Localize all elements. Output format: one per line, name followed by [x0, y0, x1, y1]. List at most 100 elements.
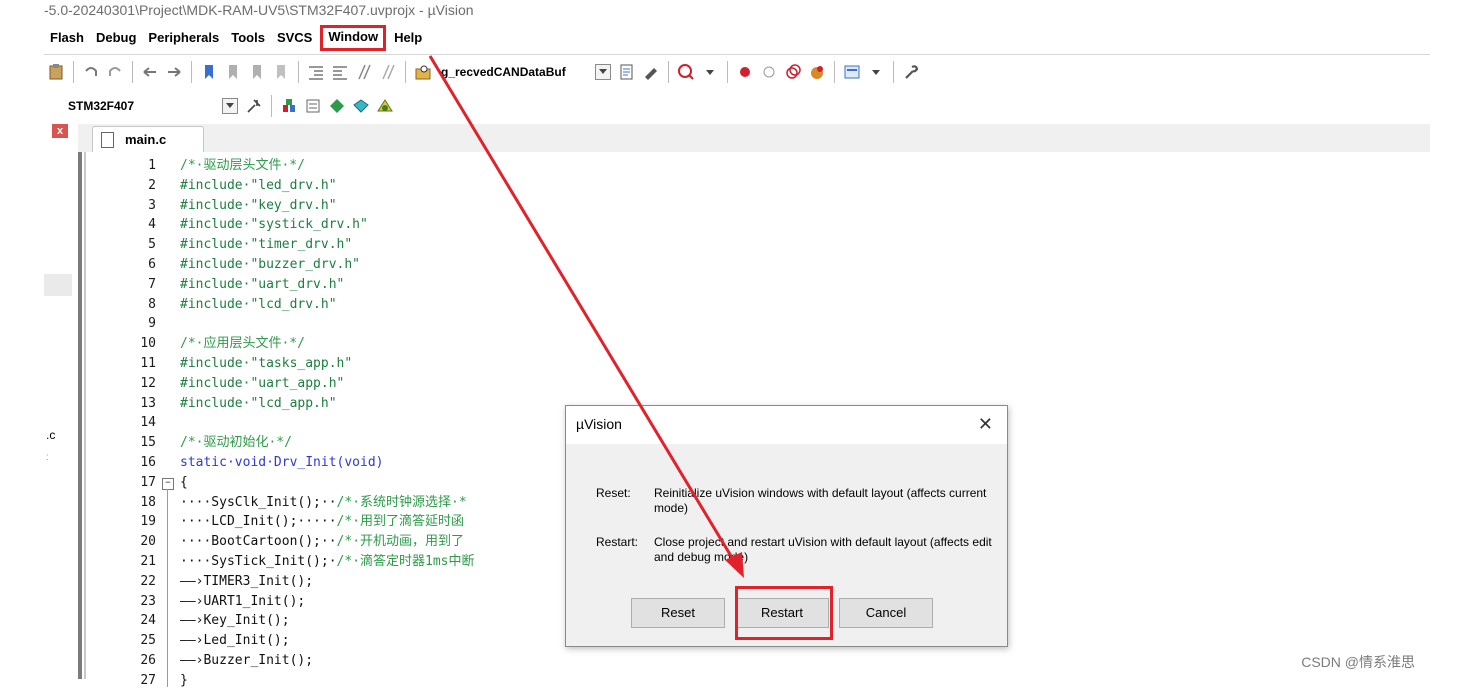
line-number: 14	[140, 415, 156, 431]
tab-main-c[interactable]: main.c	[92, 126, 204, 153]
line-number: 22	[140, 573, 156, 589]
nav-forward-icon[interactable]	[165, 63, 183, 81]
code-line[interactable]: 27}	[78, 671, 1418, 691]
close-panel-icon[interactable]: x	[52, 124, 68, 138]
code-text: #include·"uart_app.h"	[180, 375, 345, 391]
debug-dropdown-icon[interactable]	[701, 63, 719, 81]
code-text: ——›Key_Init();	[180, 613, 290, 629]
unindent-icon[interactable]	[331, 63, 349, 81]
close-icon[interactable]: ✕	[978, 414, 993, 435]
toolbar-separator	[405, 61, 406, 83]
code-text: #include·"buzzer_drv.h"	[180, 257, 361, 272]
line-number: 20	[140, 534, 156, 550]
configure-wrench-icon[interactable]	[902, 63, 920, 81]
toolbar-separator	[668, 61, 669, 83]
project-file-label[interactable]: .c	[46, 428, 55, 442]
breakpoint-kill-all-icon[interactable]	[808, 63, 826, 81]
breakpoint-insert-icon[interactable]	[736, 63, 754, 81]
toolbar-separator	[893, 61, 894, 83]
restart-highlight-box	[735, 586, 833, 640]
menu-tools[interactable]: Tools	[225, 27, 271, 49]
code-text: #include·"timer_drv.h"	[180, 237, 353, 253]
code-text: #include·"systick_drv.h"	[180, 217, 368, 233]
indent-icon[interactable]	[307, 63, 325, 81]
code-text: {	[180, 474, 188, 490]
reset-button[interactable]: Reset	[631, 598, 725, 628]
pack-installer-icon[interactable]	[352, 97, 370, 115]
line-number: 13	[140, 395, 156, 411]
pack-installer-alt-icon[interactable]	[376, 97, 394, 115]
window-layout-icon[interactable]	[843, 63, 861, 81]
debug-session-icon[interactable]	[677, 63, 695, 81]
incremental-find-icon[interactable]	[642, 63, 660, 81]
comment-icon[interactable]	[355, 63, 373, 81]
menu-debug[interactable]: Debug	[90, 27, 142, 49]
code-line[interactable]: 6 #include·"buzzer_drv.h"	[78, 255, 1418, 275]
breakpoint-disable-all-icon[interactable]	[784, 63, 802, 81]
menu-help[interactable]: Help	[388, 27, 428, 49]
code-line[interactable]: 26 ——›Buzzer_Init();	[78, 651, 1418, 671]
line-number: 9	[148, 316, 156, 332]
tab-label: main.c	[125, 132, 167, 147]
code-line[interactable]: 5 #include·"timer_drv.h"	[78, 235, 1418, 255]
code-text: #include·"tasks_app.h"	[180, 356, 353, 371]
target-dropdown-arrow[interactable]	[222, 98, 238, 114]
toolbar-separator	[298, 61, 299, 83]
window-layout-dropdown-icon[interactable]	[867, 63, 885, 81]
find-icon[interactable]	[618, 63, 636, 81]
menu-peripherals[interactable]: Peripherals	[142, 27, 225, 49]
nav-back-icon[interactable]	[141, 63, 159, 81]
code-line[interactable]: 1 /*·驱动层头文件·*/	[78, 156, 1418, 176]
code-line[interactable]: 12 #include·"uart_app.h"	[78, 374, 1418, 394]
line-number: 27	[140, 672, 156, 688]
reset-layout-dialog: µVision ✕ Reset: Reinitialize uVision wi…	[565, 405, 1008, 647]
code-line[interactable]: 7 #include·"uart_drv.h"	[78, 275, 1418, 295]
code-line[interactable]: 9	[78, 314, 1418, 334]
code-line[interactable]: 3 #include·"key_drv.h"	[78, 196, 1418, 216]
bookmark-clear-icon[interactable]	[272, 63, 290, 81]
undo-icon[interactable]	[82, 63, 100, 81]
file-icon	[101, 132, 114, 148]
code-text: ——›TIMER3_Init();	[180, 573, 314, 589]
line-number: 3	[148, 197, 156, 213]
redo-icon[interactable]	[106, 63, 124, 81]
code-text: ——›Buzzer_Init();	[180, 653, 314, 668]
breakpoint-enable-icon[interactable]	[760, 63, 778, 81]
fold-toggle-icon[interactable]: −	[162, 477, 174, 490]
fold-guide	[167, 488, 168, 687]
manage-rte-icon[interactable]	[328, 97, 346, 115]
manage-project-icon[interactable]	[280, 97, 298, 115]
code-text: ——›Led_Init();	[180, 633, 290, 649]
target-select[interactable]: STM32F407	[68, 99, 218, 113]
uncomment-icon[interactable]	[379, 63, 397, 81]
project-tree-selected-item[interactable]	[44, 274, 72, 296]
code-text: ····BootCartoon();··/*·开机动画，用到了	[180, 534, 465, 550]
code-line[interactable]: 11 #include·"tasks_app.h"	[78, 354, 1418, 374]
line-number: 7	[148, 276, 156, 292]
options-for-target-icon[interactable]	[245, 97, 263, 115]
code-line[interactable]: 4 #include·"systick_drv.h"	[78, 215, 1418, 235]
bookmark-next-icon[interactable]	[248, 63, 266, 81]
select-packs-icon[interactable]	[304, 97, 322, 115]
code-line[interactable]: 10 /*·应用层头文件·*/	[78, 334, 1418, 354]
code-text: /*·驱动层头文件·*/	[180, 158, 305, 173]
menu-flash[interactable]: Flash	[44, 27, 90, 49]
code-text: #include·"led_drv.h"	[180, 177, 337, 193]
cancel-button[interactable]: Cancel	[839, 598, 933, 628]
find-dropdown-arrow[interactable]	[595, 64, 611, 80]
find-in-files-icon[interactable]	[414, 63, 432, 81]
menu-svcs[interactable]: SVCS	[271, 27, 318, 49]
bookmark-prev-icon[interactable]	[224, 63, 242, 81]
code-text: ····SysClk_Init();··/*·系统时钟源选择·*	[180, 494, 467, 510]
dialog-titlebar: µVision ✕	[566, 406, 1007, 444]
paste-icon[interactable]	[47, 63, 65, 81]
line-number: 6	[148, 257, 156, 272]
line-number: 8	[148, 296, 156, 312]
main-toolbar: g_recvedCANDataBuf	[44, 54, 1430, 89]
code-line[interactable]: 2 #include·"led_drv.h"	[78, 176, 1418, 196]
bookmark-icon[interactable]	[200, 63, 218, 81]
find-combo[interactable]: g_recvedCANDataBuf	[441, 65, 591, 79]
line-number: 10	[140, 336, 156, 352]
menu-window[interactable]: Window	[320, 25, 387, 51]
code-line[interactable]: 8 #include·"lcd_drv.h"	[78, 295, 1418, 315]
